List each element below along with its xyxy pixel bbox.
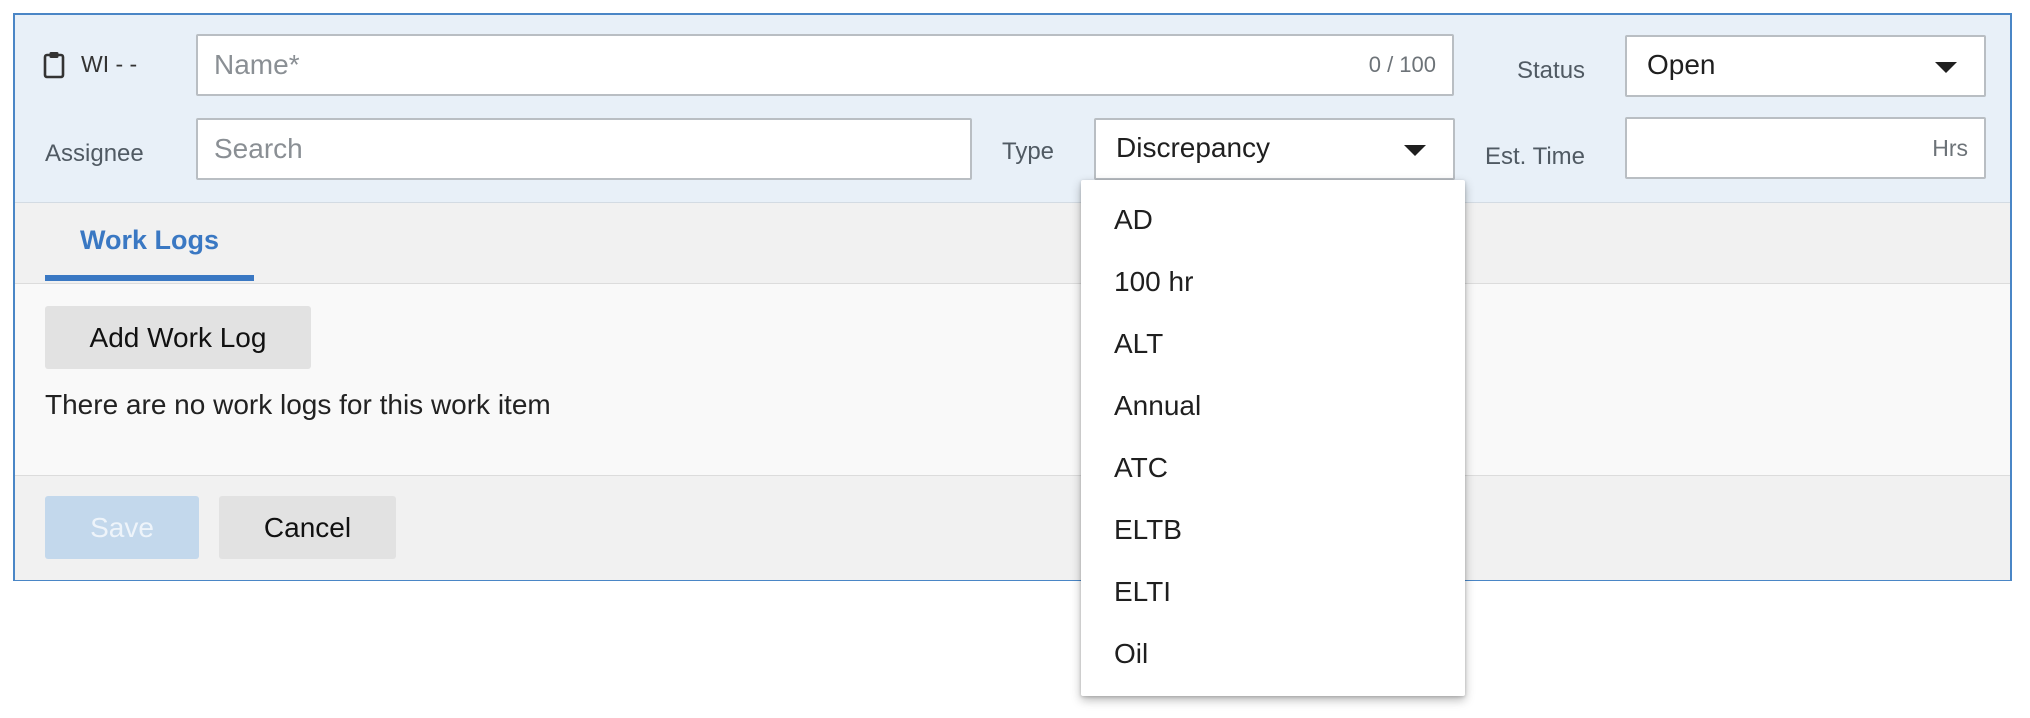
type-select[interactable]: Discrepancy	[1094, 118, 1455, 180]
type-option-alt[interactable]: ALT	[1081, 314, 1465, 376]
assignee-label: Assignee	[45, 140, 144, 167]
type-option-label: Annual	[1114, 390, 1202, 421]
empty-state-message: There are no work logs for this work ite…	[45, 389, 551, 420]
tab-work-logs-label: Work Logs	[79, 225, 219, 255]
footer-actions: Save Cancel	[15, 475, 2010, 580]
caret-down-icon	[1935, 62, 1957, 73]
add-work-log-button[interactable]: Add Work Log	[45, 306, 311, 369]
type-option-ad[interactable]: AD	[1081, 190, 1465, 252]
type-option-label: ALT	[1114, 328, 1164, 359]
work-item-card: WI - - Name* 0 / 100 Status Open Assigne…	[13, 13, 2012, 581]
work-logs-panel: Add Work Log There are no work logs for …	[15, 284, 2010, 474]
type-option-elti[interactable]: ELTI	[1081, 562, 1465, 624]
hours-unit-label: Hrs	[1932, 135, 1968, 161]
type-option-oil[interactable]: Oil	[1081, 624, 1465, 686]
type-option-label: 100 hr	[1114, 266, 1194, 297]
tabs-bar: Work Logs	[15, 203, 2010, 284]
work-item-id-label: WI - -	[81, 51, 138, 77]
type-option-label: AD	[1114, 204, 1153, 235]
name-input[interactable]: Name* 0 / 100	[196, 34, 1454, 96]
assignee-placeholder: Search	[214, 133, 303, 164]
status-value: Open	[1647, 49, 1716, 80]
est-time-label: Est. Time	[1485, 143, 1586, 170]
type-option-eltb[interactable]: ELTB	[1081, 500, 1465, 562]
est-time-input[interactable]: Hrs	[1625, 117, 1986, 179]
assignee-search-input[interactable]: Search	[196, 118, 972, 180]
type-option-100-hr[interactable]: 100 hr	[1081, 252, 1465, 314]
name-character-counter: 0 / 100	[1368, 52, 1436, 77]
status-label: Status	[1517, 57, 1586, 84]
type-option-label: ATC	[1114, 452, 1168, 483]
type-option-label: ELTI	[1114, 576, 1172, 607]
tab-work-logs[interactable]: Work Logs	[45, 203, 254, 281]
type-label: Type	[1002, 138, 1055, 165]
type-option-label: Oil	[1114, 638, 1149, 669]
type-option-atc[interactable]: ATC	[1081, 438, 1465, 500]
type-option-annual[interactable]: Annual	[1081, 376, 1465, 438]
status-select[interactable]: Open	[1625, 35, 1986, 97]
clipboard-icon	[43, 52, 65, 79]
caret-down-icon	[1404, 145, 1426, 156]
name-placeholder: Name*	[214, 49, 300, 80]
type-value: Discrepancy	[1116, 132, 1271, 163]
type-dropdown-menu: AD 100 hr ALT Annual ATC ELTB ELTI Oil	[1081, 180, 1465, 696]
work-item-header: WI - - Name* 0 / 100 Status Open Assigne…	[15, 15, 2010, 203]
type-option-label: ELTB	[1114, 514, 1182, 545]
cancel-button[interactable]: Cancel	[219, 496, 396, 559]
save-button[interactable]: Save	[45, 496, 199, 559]
